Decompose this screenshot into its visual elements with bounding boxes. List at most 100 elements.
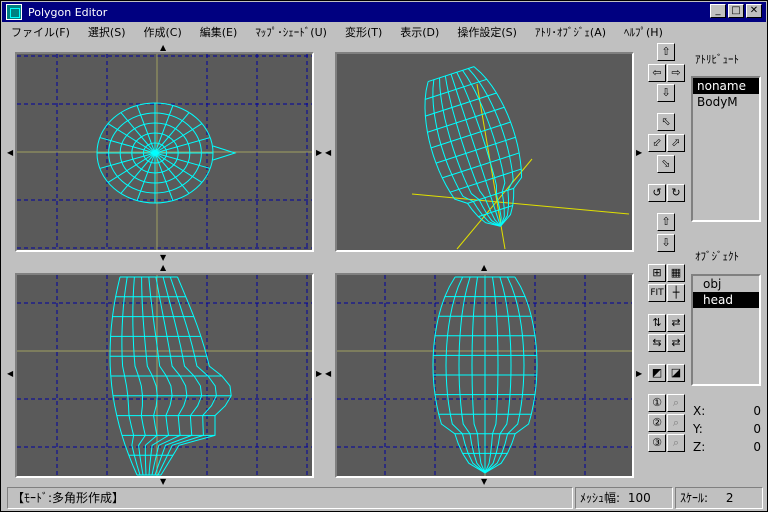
menu-view[interactable]: 表示(D) xyxy=(391,24,448,40)
zoom-in-icon[interactable]: ⇧ xyxy=(657,213,675,231)
status-mesh: ﾒｯｼｭ幅: 100 xyxy=(575,487,673,509)
wire-parallel xyxy=(442,152,520,179)
swap-x-icon[interactable]: ⇄ xyxy=(667,314,685,332)
swap-xy-icon[interactable]: ⇅ xyxy=(648,314,666,332)
status-mode: 【ﾓｰﾄﾞ:多角形作成】 xyxy=(7,487,573,509)
attribute-label: ｱﾄﾘﾋﾞｭｰﾄ xyxy=(695,53,739,66)
swap-y-icon[interactable]: ⇆ xyxy=(648,334,666,352)
up-arrow-icon[interactable]: ⇧ xyxy=(657,43,675,61)
grid-icon[interactable]: ⊞ xyxy=(648,264,666,282)
wire-spoke xyxy=(154,137,211,154)
rotate-up-left-icon[interactable]: ⬁ xyxy=(657,113,675,131)
swap-z-icon[interactable]: ⇄ xyxy=(667,334,685,352)
rotate-cw-icon[interactable]: ↻ xyxy=(667,184,685,202)
menu-bar: ファイル(F) 選択(S) 作成(C) 編集(E) ﾏｯﾌﾟ･ｼｪｰﾄﾞ(U) … xyxy=(2,22,766,41)
wire-spoke xyxy=(154,152,211,169)
status-mode-text: 【ﾓｰﾄﾞ:多角形作成】 xyxy=(12,491,125,505)
snapshot-2-icon[interactable]: ◪ xyxy=(667,364,685,382)
status-scale-label: ｽｹｰﾙ: xyxy=(680,491,709,505)
wire-spoke xyxy=(99,137,156,154)
coord-y-value: 0 xyxy=(753,422,761,436)
menu-transform[interactable]: 変形(T) xyxy=(336,24,391,40)
grid-fine-icon[interactable]: ▦ xyxy=(667,264,685,282)
attribute-item-noname[interactable]: noname xyxy=(693,78,759,94)
viewport-front-canvas xyxy=(337,275,632,476)
rotate-right-icon[interactable]: ⬀ xyxy=(667,134,685,152)
viewport-side-canvas xyxy=(17,275,312,476)
crosshair-icon[interactable]: ┼ xyxy=(667,284,685,302)
wire-spoke xyxy=(120,112,156,154)
wire-parallel xyxy=(430,121,511,149)
rotate-left-icon[interactable]: ⬃ xyxy=(648,134,666,152)
scroll-up-arrow[interactable]: ▲ xyxy=(160,44,166,52)
menu-settings[interactable]: 操作設定(S) xyxy=(448,24,526,40)
scroll-up-arrow[interactable]: ▲ xyxy=(481,264,487,272)
object-item-head[interactable]: head xyxy=(693,292,759,308)
maximize-button[interactable]: □ xyxy=(728,4,744,18)
mode-1-icon[interactable]: ① xyxy=(648,394,666,412)
rotate-ccw-icon[interactable]: ↺ xyxy=(648,184,666,202)
mode-2-disabled-icon: ⌕ xyxy=(667,414,685,432)
status-scale-value: 2 xyxy=(725,491,734,505)
viewport-top[interactable] xyxy=(15,52,314,252)
object-list[interactable]: obj head xyxy=(691,274,761,386)
wire-parallel xyxy=(435,136,516,164)
scroll-right-arrow[interactable]: ▶ xyxy=(636,149,642,157)
coord-z-label: Z: xyxy=(693,440,706,454)
close-button[interactable]: ✕ xyxy=(746,4,762,18)
viewport-perspective-canvas xyxy=(411,66,630,250)
viewport-side[interactable] xyxy=(15,273,314,478)
attribute-list[interactable]: noname BodyM xyxy=(691,76,761,222)
scroll-up-arrow[interactable]: ▲ xyxy=(160,264,166,272)
wire-spoke xyxy=(154,152,190,194)
app-icon[interactable] xyxy=(6,4,22,20)
menu-select[interactable]: 選択(S) xyxy=(79,24,135,40)
wire-spoke xyxy=(154,112,190,154)
wire-parallel xyxy=(427,66,475,83)
title-bar[interactable]: Polygon Editor _ □ ✕ xyxy=(2,2,766,22)
menu-edit[interactable]: 編集(E) xyxy=(191,24,247,40)
wire-parallel xyxy=(449,168,522,193)
wire-spoke xyxy=(99,152,156,169)
attribute-item-bodym[interactable]: BodyM xyxy=(693,94,759,110)
menu-create[interactable]: 作成(C) xyxy=(135,24,191,40)
scroll-left-arrow[interactable]: ◀ xyxy=(325,370,331,378)
scroll-right-arrow[interactable]: ▶ xyxy=(316,370,322,378)
minimize-button[interactable]: _ xyxy=(710,4,726,18)
coord-y-label: Y: xyxy=(693,422,703,436)
left-arrow-icon[interactable]: ⇦ xyxy=(648,64,666,82)
zoom-out-icon[interactable]: ⇩ xyxy=(657,234,675,252)
mode-3-disabled-icon: ⌕ xyxy=(667,434,685,452)
coord-x-label: X: xyxy=(693,404,706,418)
snapshot-icon[interactable]: ◩ xyxy=(648,364,666,382)
object-item-obj[interactable]: obj xyxy=(693,276,759,292)
scroll-down-arrow[interactable]: ▼ xyxy=(481,478,487,486)
menu-help[interactable]: ﾍﾙﾌﾟ(H) xyxy=(615,24,672,40)
menu-file[interactable]: ファイル(F) xyxy=(2,24,79,40)
scroll-left-arrow[interactable]: ◀ xyxy=(325,149,331,157)
scroll-down-arrow[interactable]: ▼ xyxy=(160,478,166,486)
viewport-front[interactable] xyxy=(335,273,634,478)
wire-parallel xyxy=(425,92,497,117)
mode-3-icon[interactable]: ③ xyxy=(648,434,666,452)
coord-z: Z: 0 xyxy=(693,440,761,454)
scroll-left-arrow[interactable]: ◀ xyxy=(7,149,13,157)
down-arrow-icon[interactable]: ⇩ xyxy=(657,84,675,102)
scroll-right-arrow[interactable]: ▶ xyxy=(636,370,642,378)
menu-map-shade[interactable]: ﾏｯﾌﾟ･ｼｪｰﾄﾞ(U) xyxy=(246,24,336,40)
scroll-left-arrow[interactable]: ◀ xyxy=(7,370,13,378)
coord-x-value: 0 xyxy=(753,404,761,418)
mode-1-disabled-icon: ⌕ xyxy=(667,394,685,412)
right-arrow-icon[interactable]: ⇨ xyxy=(667,64,685,82)
coord-y: Y: 0 xyxy=(693,422,761,436)
menu-attribute-object[interactable]: ｱﾄﾘ･ｵﾌﾞｼﾞｪ(A) xyxy=(526,24,615,40)
scroll-right-arrow[interactable]: ▶ xyxy=(316,149,322,157)
object-label: ｵﾌﾞｼﾞｪｸﾄ xyxy=(695,250,739,263)
scroll-down-arrow[interactable]: ▼ xyxy=(160,254,166,262)
wire-spoke xyxy=(120,152,156,194)
viewport-perspective[interactable] xyxy=(335,52,634,252)
wire-parallel xyxy=(427,106,505,133)
mode-2-icon[interactable]: ② xyxy=(648,414,666,432)
rotate-down-icon[interactable]: ⬂ xyxy=(657,155,675,173)
fit-icon[interactable]: FIT xyxy=(648,284,666,302)
